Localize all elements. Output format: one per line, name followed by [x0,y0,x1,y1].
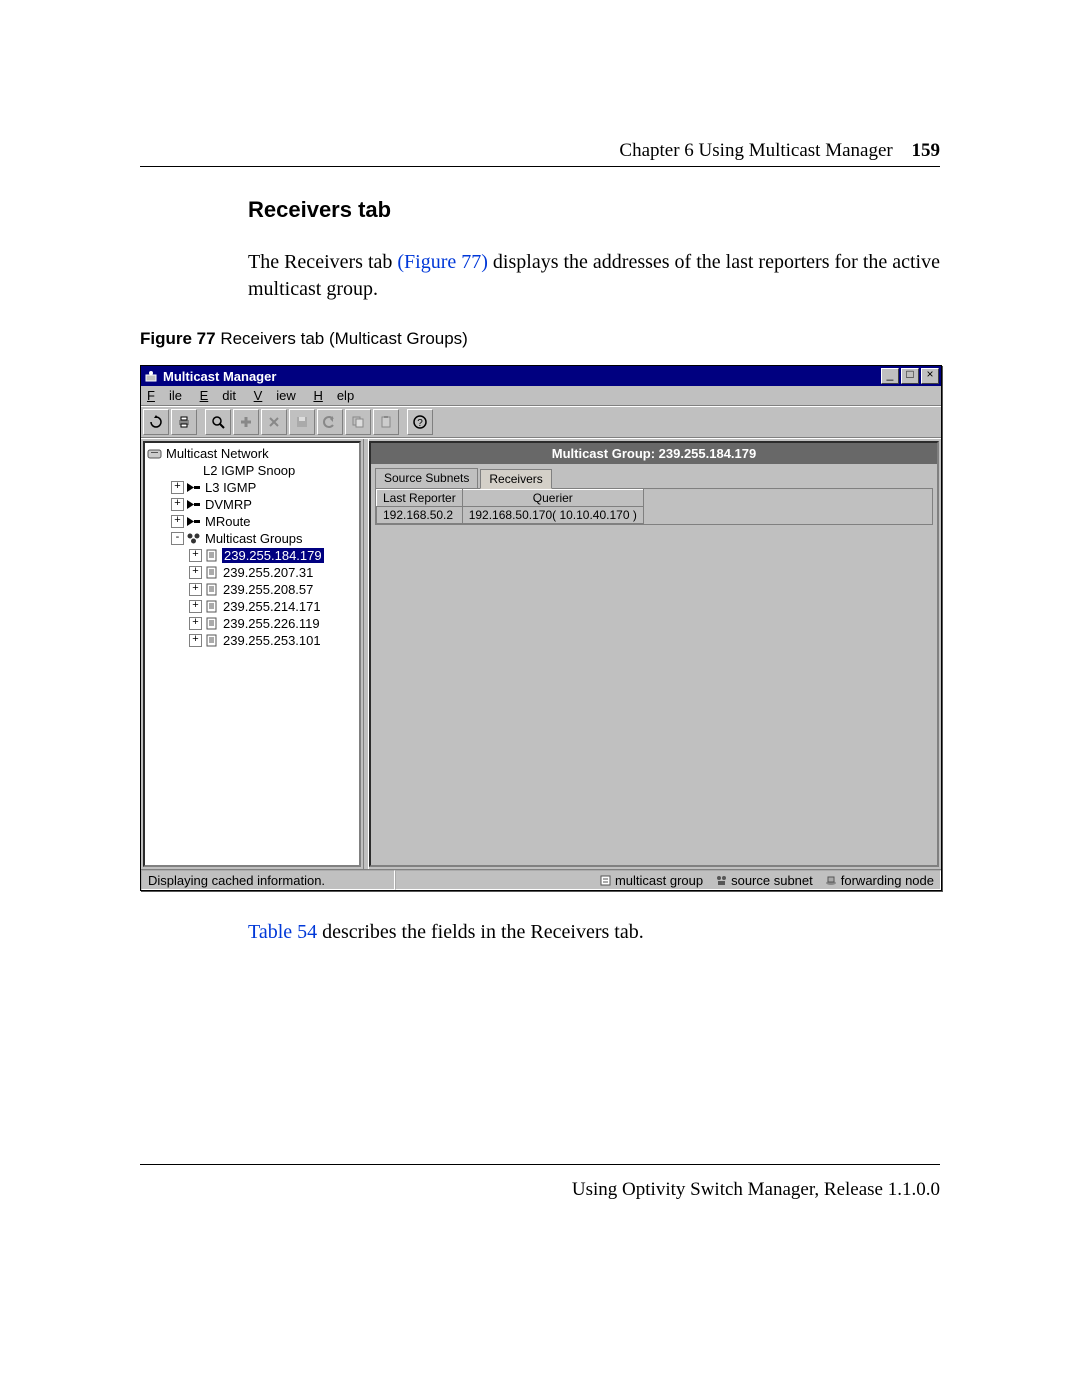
tree-item[interactable]: +239.255.214.171 [147,598,357,615]
tree-expander[interactable]: + [189,617,202,630]
minimize-button[interactable]: _ [881,368,899,384]
multicast-group-icon [599,874,612,887]
copy-icon [345,409,371,435]
col-querier[interactable]: Querier [462,490,643,507]
app-icon [143,368,159,384]
refresh-icon[interactable] [143,409,169,435]
tree-item[interactable]: +239.255.207.31 [147,564,357,581]
tree-expander[interactable]: + [189,566,202,579]
save-icon [289,409,315,435]
section-heading: Receivers tab [248,197,940,223]
tree-expander[interactable]: + [189,583,202,596]
tree-expander[interactable]: + [171,515,184,528]
svg-text:?: ? [417,418,423,429]
tree-item[interactable]: L2 IGMP Snoop [147,462,357,479]
menu-help[interactable]: Help [313,388,354,403]
arrow-icon [186,498,201,511]
menu-bar: File Edit View Help [141,386,941,406]
content-panel: Multicast Group: 239.255.184.179 Source … [369,441,939,867]
tree-item-label: MRoute [204,514,252,529]
tree-expander[interactable]: - [171,532,184,545]
tree-item[interactable]: + MRoute [147,513,357,530]
page-number: 159 [912,140,941,161]
window-title: Multicast Manager [163,369,881,384]
tree-item[interactable]: +239.255.208.57 [147,581,357,598]
close-button[interactable]: × [921,368,939,384]
network-icon [147,447,162,460]
toolbar: ? [141,406,941,438]
line-icon [184,464,199,477]
zoom-icon[interactable] [205,409,231,435]
tree-expander[interactable]: + [189,600,202,613]
post-figure-paragraph: Table 54 describes the fields in the Rec… [140,921,940,944]
title-bar[interactable]: Multicast Manager _ □ × [141,366,941,386]
tree-item[interactable]: +239.255.253.101 [147,632,357,649]
print-icon[interactable] [171,409,197,435]
panel-title: Multicast Group: 239.255.184.179 [371,443,937,464]
forwarding-node-icon [825,874,838,887]
tab-row: Source Subnets Receivers [371,464,937,488]
tree-item[interactable]: +239.255.184.179 [147,547,357,564]
page-footer: Using Optivity Switch Manager, Release 1… [140,1164,940,1201]
source-subnet-icon [715,874,728,887]
tree-item-label: 239.255.214.171 [222,599,322,614]
tree-item-label: 239.255.253.101 [222,633,322,648]
delete-icon [261,409,287,435]
tree-item[interactable]: + L3 IGMP [147,479,357,496]
data-grid[interactable]: Last Reporter Querier 192.168.50.2 192.1… [375,488,933,525]
tree-item[interactable]: + DVMRP [147,496,357,513]
tree-item[interactable]: +239.255.226.119 [147,615,357,632]
status-bar: Displaying cached information. multicast… [141,869,941,890]
page-icon [204,583,219,596]
table-row[interactable]: 192.168.50.2 192.168.50.170( 10.10.40.17… [377,507,644,524]
groups-icon [186,532,201,545]
undo-icon [317,409,343,435]
menu-edit[interactable]: Edit [200,388,236,403]
tree-item-label: 239.255.184.179 [222,548,324,563]
col-last-reporter[interactable]: Last Reporter [377,490,463,507]
tree-expander[interactable]: + [171,481,184,494]
menu-view[interactable]: View [254,388,296,403]
tree-expander[interactable]: + [171,498,184,511]
help-icon[interactable]: ? [407,409,433,435]
tree-item[interactable]: - Multicast Groups [147,530,357,547]
page-icon [204,549,219,562]
tree-item-label: 239.255.207.31 [222,565,314,580]
tree-item-label: DVMRP [204,497,253,512]
figure-ref-link[interactable]: (Figure 77) [397,251,488,273]
arrow-icon [186,515,201,528]
tab-source-subnets[interactable]: Source Subnets [375,468,478,488]
add-icon [233,409,259,435]
figure-caption: Figure 77 Receivers tab (Multicast Group… [140,329,940,349]
tree-item-label: L2 IGMP Snoop [202,463,296,478]
tree-item-label: 239.255.208.57 [222,582,314,597]
maximize-button[interactable]: □ [901,368,919,384]
page-header: Chapter 6 Using Multicast Manager 159 [140,140,940,167]
tree-root[interactable]: Multicast Network [147,445,357,462]
tree-expander[interactable]: + [189,634,202,647]
status-legend: multicast group source subnet forwarding… [395,870,941,890]
chapter-label: Chapter 6 Using Multicast Manager [619,140,892,161]
tab-receivers[interactable]: Receivers [480,469,551,489]
arrow-icon [186,481,201,494]
tree-item-label: 239.255.226.119 [222,616,321,631]
page-icon [204,566,219,579]
page-icon [204,600,219,613]
page-icon [204,617,219,630]
page-icon [204,634,219,647]
tree-item-label: Multicast Groups [204,531,304,546]
paste-icon [373,409,399,435]
tree-expander[interactable]: + [189,549,202,562]
intro-paragraph: The Receivers tab (Figure 77) displays t… [248,249,940,303]
table-ref-link[interactable]: Table 54 [248,921,317,943]
app-window: Multicast Manager _ □ × File Edit View H… [140,365,942,891]
status-text: Displaying cached information. [141,870,395,890]
tree-panel[interactable]: Multicast Network L2 IGMP Snoop+L3 IGMP+… [143,441,361,867]
menu-file[interactable]: File [147,388,182,403]
tree-item-label: L3 IGMP [204,480,257,495]
